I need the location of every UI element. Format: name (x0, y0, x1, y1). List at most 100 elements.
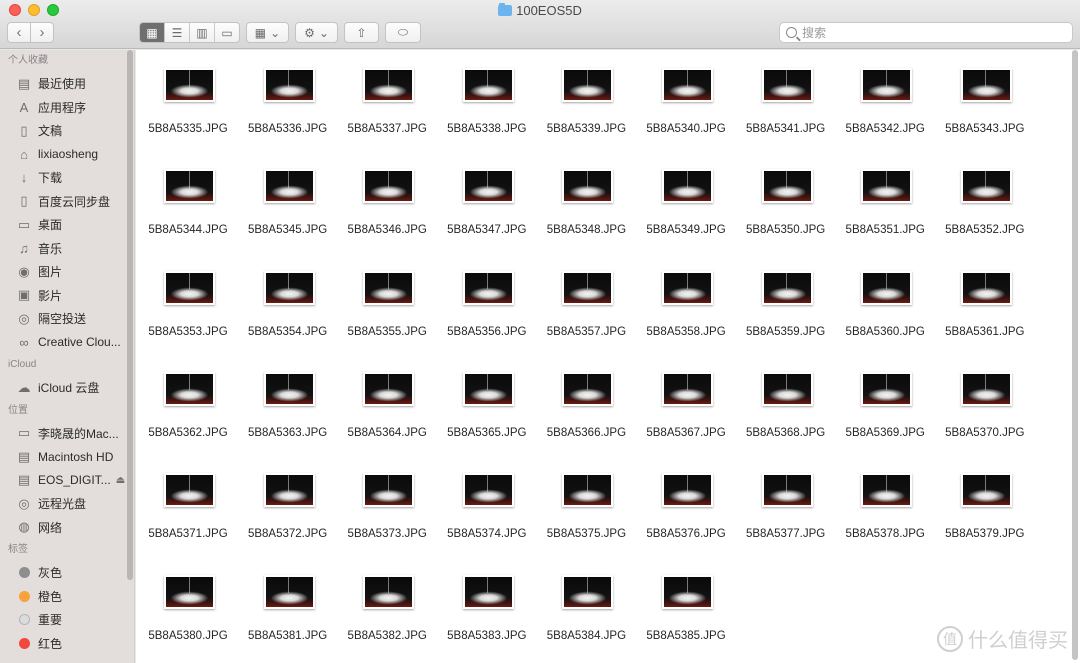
sidebar-item[interactable]: 红色 (0, 632, 134, 656)
file-item[interactable]: 5B8A5366.JPG (538, 354, 634, 454)
sidebar-item[interactable]: ∞ Creative Clou... (0, 331, 134, 355)
sidebar-item[interactable]: ◎ 远程光盘 (0, 492, 134, 516)
file-item[interactable]: 5B8A5373.JPG (339, 455, 435, 555)
file-item[interactable]: 5B8A5381.JPG (240, 557, 336, 657)
sidebar-item[interactable]: ▤ EOS_DIGIT... ⏏ (0, 469, 134, 493)
eject-icon[interactable]: ⏏ (116, 475, 125, 486)
file-item[interactable]: 5B8A5358.JPG (638, 253, 734, 353)
file-item[interactable]: 5B8A5351.JPG (837, 151, 933, 251)
file-item[interactable]: 5B8A5375.JPG (538, 455, 634, 555)
file-item[interactable]: 5B8A5349.JPG (638, 151, 734, 251)
file-item[interactable]: 5B8A5364.JPG (339, 354, 435, 454)
file-item[interactable]: 5B8A5341.JPG (738, 50, 834, 150)
sidebar-item[interactable]: ◉ 图片 (0, 260, 134, 284)
file-item[interactable]: 5B8A5377.JPG (738, 455, 834, 555)
file-item[interactable]: 5B8A5336.JPG (240, 50, 336, 150)
file-item[interactable]: 5B8A5342.JPG (837, 50, 933, 150)
file-item[interactable]: 5B8A5379.JPG (937, 455, 1033, 555)
tag-dot-icon (16, 565, 32, 581)
file-item[interactable]: 5B8A5344.JPG (140, 151, 236, 251)
arrange-button[interactable]: ▦ ⌄ (246, 22, 289, 43)
sidebar-item[interactable]: ▤ 最近使用 (0, 72, 134, 96)
sidebar-item[interactable]: 橙色 (0, 585, 134, 609)
file-item[interactable]: 5B8A5362.JPG (140, 354, 236, 454)
file-item[interactable]: 5B8A5352.JPG (937, 151, 1033, 251)
content-scrollbar[interactable] (1072, 50, 1078, 660)
file-item[interactable]: 5B8A5346.JPG (339, 151, 435, 251)
file-item[interactable]: 5B8A5369.JPG (837, 354, 933, 454)
file-item[interactable]: 5B8A5356.JPG (439, 253, 535, 353)
image-thumbnail (363, 68, 415, 102)
sidebar-item[interactable]: ◎ 隔空投送 (0, 307, 134, 331)
disk-icon: ▤ (17, 448, 31, 464)
sidebar-item[interactable]: ♫ 音乐 (0, 237, 134, 261)
sidebar-item[interactable]: ☁ iCloud 云盘 (0, 376, 134, 400)
file-item[interactable]: 5B8A5353.JPG (140, 253, 236, 353)
file-item[interactable]: 5B8A5367.JPG (638, 354, 734, 454)
file-item[interactable]: 5B8A5338.JPG (439, 50, 535, 150)
share-button[interactable]: ⇧ (344, 22, 379, 43)
photo-preview (962, 70, 1010, 100)
search-field[interactable]: 搜索 (779, 22, 1073, 43)
file-item[interactable]: 5B8A5337.JPG (339, 50, 435, 150)
file-item[interactable]: 5B8A5365.JPG (439, 354, 535, 454)
sidebar-item[interactable]: A 应用程序 (0, 96, 134, 120)
file-item[interactable]: 5B8A5371.JPG (140, 455, 236, 555)
file-item[interactable]: 5B8A5378.JPG (837, 455, 933, 555)
file-item[interactable]: 5B8A5347.JPG (439, 151, 535, 251)
sidebar-item[interactable]: ◍ 网络 (0, 516, 134, 540)
sidebar-item[interactable]: ⌂ lixiaosheng (0, 143, 134, 167)
back-button[interactable]: ‹ (8, 23, 31, 42)
sidebar-section-header: 标签 (8, 544, 28, 555)
file-item[interactable]: 5B8A5340.JPG (638, 50, 734, 150)
sidebar-item[interactable]: 重要 (0, 608, 134, 632)
icon-view-button[interactable]: ▦ (140, 23, 165, 42)
sidebar-item[interactable]: ▭ 桌面 (0, 213, 134, 237)
file-item[interactable]: 5B8A5350.JPG (738, 151, 834, 251)
file-item[interactable]: 5B8A5339.JPG (538, 50, 634, 150)
file-item[interactable]: 5B8A5370.JPG (937, 354, 1033, 454)
tag-icon: ⬭ (397, 25, 409, 39)
sidebar-section-header: 个人收藏 (8, 55, 48, 66)
file-item[interactable]: 5B8A5383.JPG (439, 557, 535, 657)
photo-preview (166, 70, 213, 100)
column-view-button[interactable]: ▥ (190, 23, 215, 42)
sidebar-item[interactable]: ▯ 文稿 (0, 119, 134, 143)
file-item[interactable]: 5B8A5360.JPG (837, 253, 933, 353)
file-item[interactable]: 5B8A5380.JPG (140, 557, 236, 657)
file-item[interactable]: 5B8A5343.JPG (937, 50, 1033, 150)
file-item[interactable]: 5B8A5354.JPG (240, 253, 336, 353)
file-item[interactable]: 5B8A5361.JPG (937, 253, 1033, 353)
file-item[interactable]: 5B8A5348.JPG (538, 151, 634, 251)
file-item[interactable]: 5B8A5363.JPG (240, 354, 336, 454)
file-item[interactable]: 5B8A5359.JPG (738, 253, 834, 353)
file-item[interactable]: 5B8A5357.JPG (538, 253, 634, 353)
file-item[interactable]: 5B8A5376.JPG (638, 455, 734, 555)
sidebar-item[interactable]: ↓ 下载 (0, 166, 134, 190)
tag-button[interactable]: ⬭ (385, 22, 421, 43)
sidebar-item[interactable]: ▣ 影片 (0, 284, 134, 308)
file-item[interactable]: 5B8A5368.JPG (738, 354, 834, 454)
gallery-view-button[interactable]: ▭ (215, 23, 239, 42)
file-item[interactable]: 5B8A5345.JPG (240, 151, 336, 251)
file-item[interactable]: 5B8A5335.JPG (140, 50, 236, 150)
action-button[interactable]: ⚙ ⌄ (295, 22, 338, 43)
file-item[interactable]: 5B8A5355.JPG (339, 253, 435, 353)
file-item[interactable]: 5B8A5385.JPG (638, 557, 734, 657)
file-item[interactable]: 5B8A5382.JPG (339, 557, 435, 657)
sidebar-scrollbar[interactable] (127, 50, 133, 580)
list-view-button[interactable]: ☰ (165, 23, 190, 42)
sidebar-item[interactable]: 灰色 (0, 561, 134, 585)
file-item[interactable]: 5B8A5374.JPG (439, 455, 535, 555)
file-item[interactable]: 5B8A5384.JPG (538, 557, 634, 657)
image-thumbnail (462, 574, 514, 609)
sidebar-item[interactable]: ▯ 百度云同步盘 (0, 190, 134, 214)
airdrop-icon: ◎ (18, 310, 30, 326)
image-thumbnail (263, 473, 315, 508)
file-item[interactable]: 5B8A5372.JPG (240, 455, 336, 555)
sidebar-item-label: 橙色 (38, 589, 63, 604)
image-thumbnail (861, 270, 913, 305)
sidebar-item[interactable]: ▤ Macintosh HD (0, 445, 134, 469)
forward-button[interactable]: › (31, 23, 53, 42)
sidebar-item[interactable]: ▭ 李晓晟的Mac... (0, 422, 134, 446)
